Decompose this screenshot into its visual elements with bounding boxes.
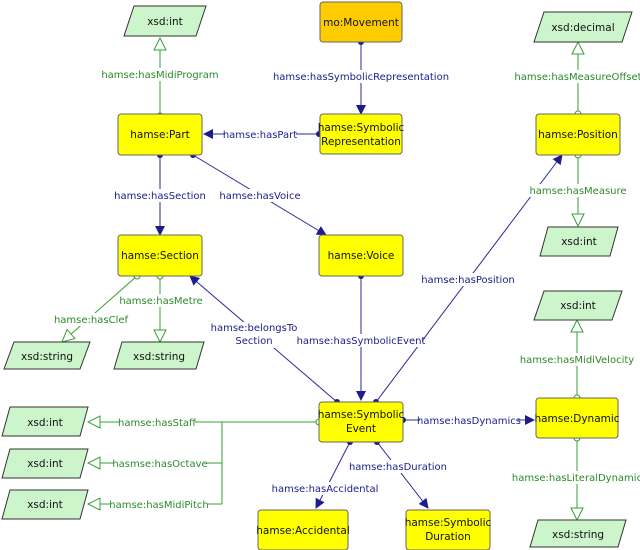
ontology-diagram: hamse:hasMidiProgram hamse:hasMeasureOff… [1,1,640,550]
literal-part-midi-program[interactable]: xsd:int [123,5,207,37]
node-symbolic-duration-line2: Duration [425,531,471,543]
node-position[interactable]: hamse:Position [535,113,621,156]
literal-event-staff[interactable]: xsd:int [1,406,89,437]
label-belongs-to-section-line1: hamse:belongsTo [211,323,298,334]
node-symbolic-representation[interactable]: hamse:Symbolic Representation [318,113,405,155]
label-has-clef: hamse:hasClef [54,315,129,326]
node-voice-label: hamse:Voice [328,250,395,262]
label-has-literal-dynamic: hamse:hasLiteralDynamic [512,473,640,484]
label-has-symbolic-representation: hamse:hasSymbolicRepresentation [273,72,449,83]
label-has-midi-velocity: hamse:hasMidiVelocity [520,355,634,366]
edge-has-accidental [315,439,353,509]
node-section[interactable]: hamse:Section [117,234,203,277]
literal-dynamic-midi-velocity-label: xsd:int [560,300,596,312]
node-dynamic-label: hamse:Dynamic [534,413,619,425]
literal-part-midi-program-label: xsd:int [147,16,183,28]
node-dynamic[interactable]: hamse:Dynamic [534,397,620,439]
label-belongs-to-section-line2: Section [235,336,272,347]
literal-event-octave-label: xsd:int [27,458,63,470]
node-symbolic-event-line2: Event [346,423,376,435]
node-movement[interactable]: mo:Movement [319,1,403,43]
literal-section-clef-label: xsd:string [21,351,73,363]
label-has-accidental: hamse:hasAccidental [272,484,379,495]
label-has-measure-offset: hamse:hasMeasureOffset [514,72,640,83]
node-symbolic-event[interactable]: hamse:Symbolic Event [318,401,405,443]
literal-section-metre[interactable]: xsd:string [113,341,205,370]
literal-position-measure[interactable]: xsd:int [539,226,619,257]
node-voice[interactable]: hamse:Voice [318,234,404,277]
literal-dynamic-literal-label: xsd:string [552,529,604,541]
label-has-section: hamse:hasSection [114,191,206,202]
node-symbolic-duration-line1: hamse:Symbolic [405,517,492,529]
literal-dynamic-literal[interactable]: xsd:string [529,519,627,548]
literal-position-measure-label: xsd:int [561,236,597,248]
literal-event-midi-pitch[interactable]: xsd:int [1,489,89,520]
literal-section-clef[interactable]: xsd:string [3,341,91,370]
label-has-position: hamse:hasPosition [421,275,515,286]
node-symbolic-representation-line2: Representation [321,136,401,148]
node-accidental[interactable]: hamse:Accidental [256,509,350,550]
label-has-duration: hamse:hasDuration [349,462,447,473]
edge-has-duration [374,439,429,509]
node-section-label: hamse:Section [121,250,199,262]
literal-position-measure-offset-label: xsd:decimal [551,22,614,34]
edge-has-clef [62,276,137,342]
label-has-voice: hamse:hasVoice [219,191,300,202]
literal-section-metre-label: xsd:string [133,351,185,363]
node-symbolic-event-line1: hamse:Symbolic [318,409,405,421]
node-symbolic-representation-line1: hamse:Symbolic [318,122,405,134]
label-has-dynamics: hamse:hasDynamics [417,416,521,427]
label-has-metre: hamse:hasMetre [119,296,202,307]
label-has-midi-pitch: hamse:hasMidiPitch [109,500,209,511]
literal-event-octave[interactable]: xsd:int [1,448,89,479]
label-has-measure: hamse:hasMeasure [529,186,626,197]
node-movement-label: mo:Movement [323,17,399,29]
literal-event-staff-label: xsd:int [27,417,63,429]
literal-dynamic-midi-velocity[interactable]: xsd:int [533,290,623,321]
node-part[interactable]: hamse:Part [117,113,203,156]
label-has-midi-program: hamse:hasMidiProgram [101,70,218,81]
literal-event-midi-pitch-label: xsd:int [27,499,63,511]
node-accidental-label: hamse:Accidental [256,525,350,537]
label-has-symbolic-event: hamse:hasSymbolicEvent [297,336,426,347]
label-has-staff: hamse:hasStaff [118,418,197,429]
label-has-part: hamse:hasPart [223,130,297,141]
node-part-label: hamse:Part [130,129,190,141]
label-has-octave: hasmse:hasOctave [112,459,207,470]
node-position-label: hamse:Position [538,129,618,141]
literal-position-measure-offset[interactable]: xsd:decimal [533,11,633,43]
node-symbolic-duration[interactable]: hamse:Symbolic Duration [405,509,492,550]
